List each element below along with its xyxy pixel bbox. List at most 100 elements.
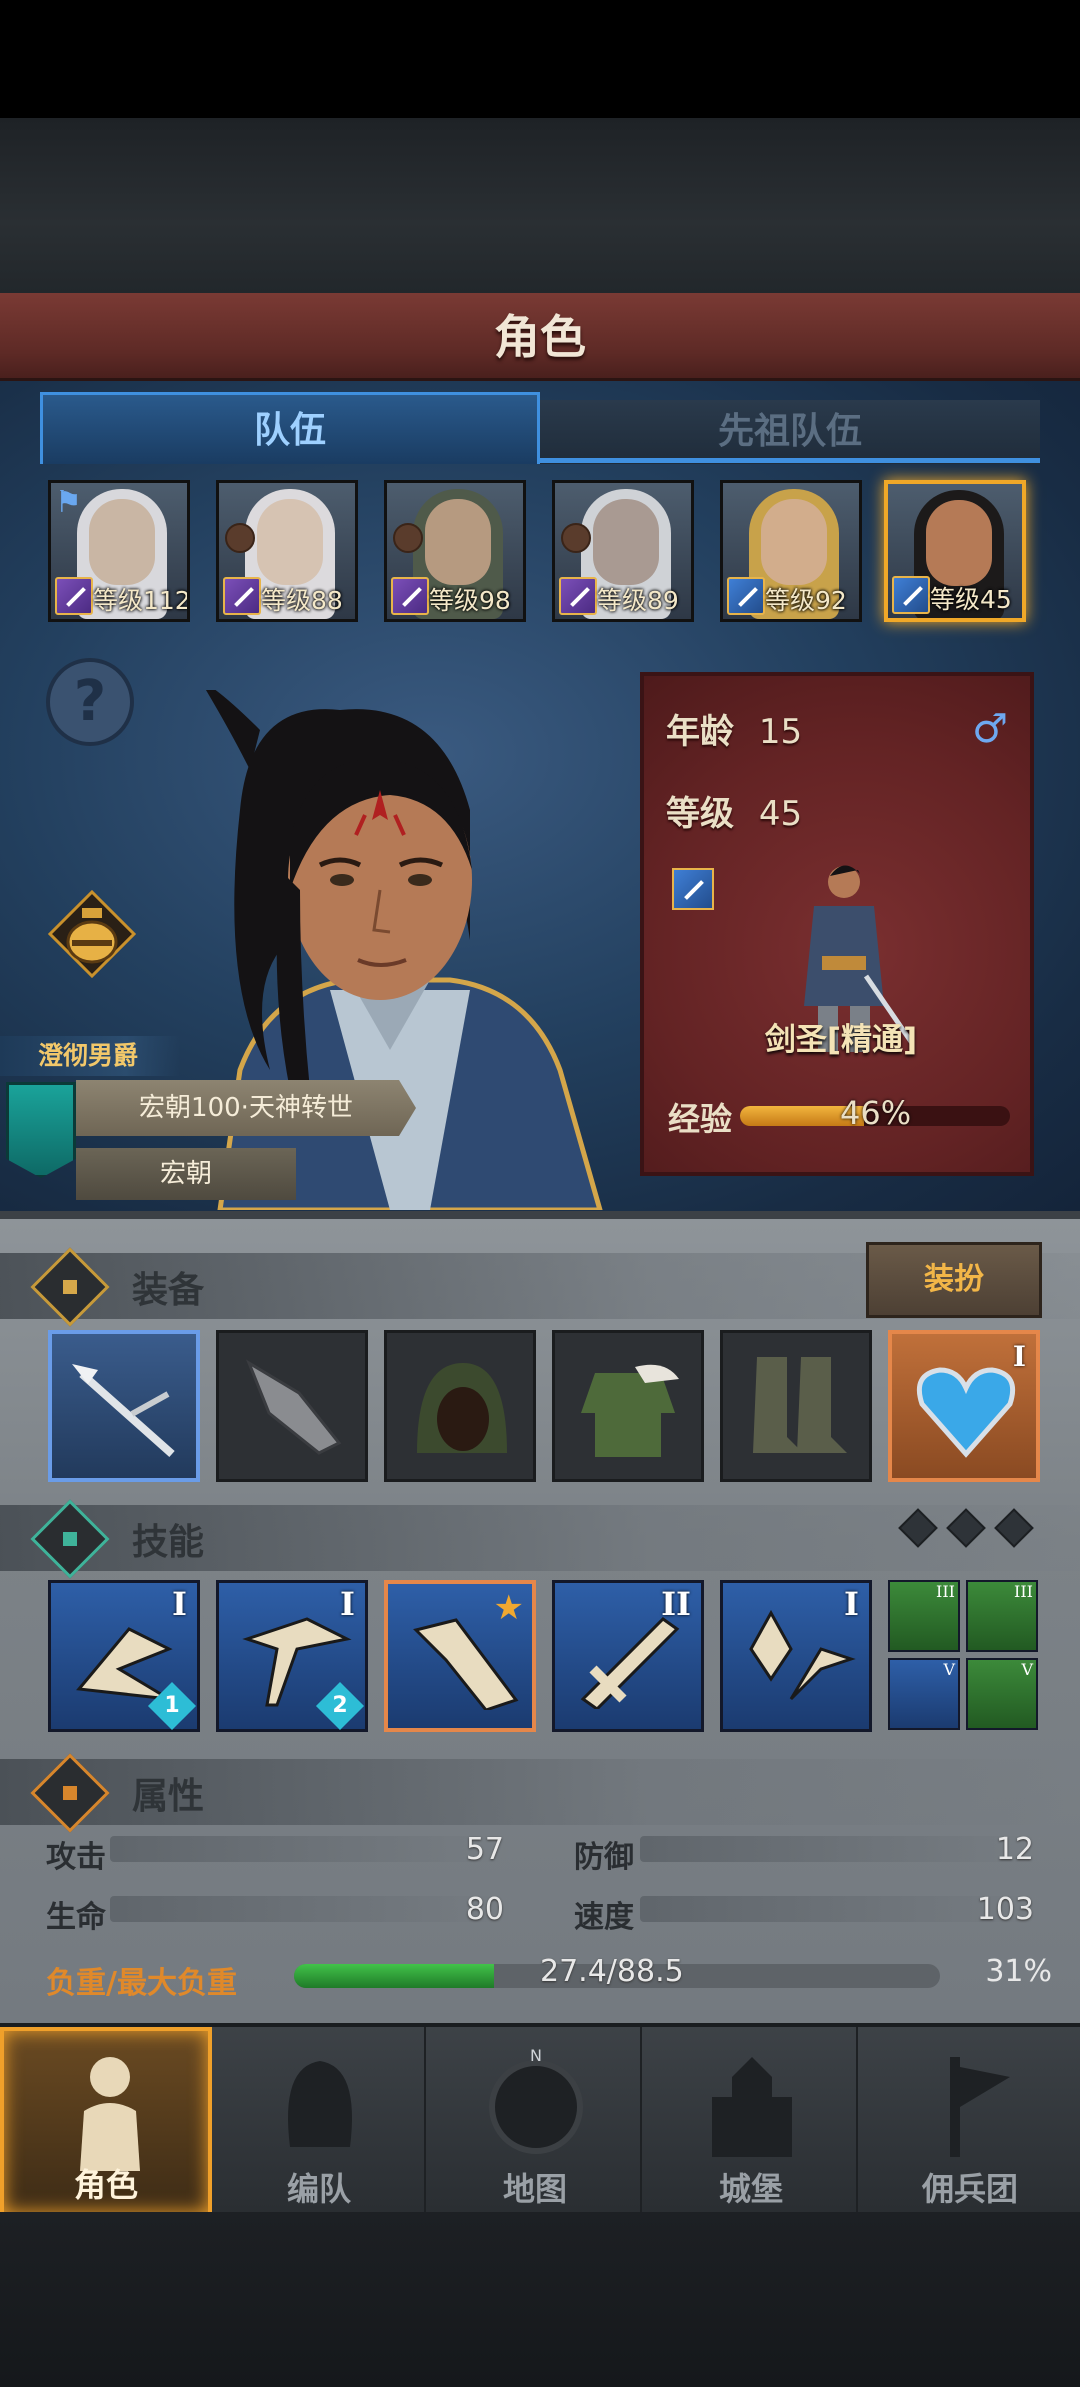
nav-castle[interactable]: 城堡 [646,2027,858,2216]
skill-tier: I [172,1585,187,1623]
age-row: 年龄 15 [666,704,802,753]
attributes-title: 属性 [132,1776,205,1817]
spear-icon [72,1364,175,1457]
nav-map[interactable]: N 地图 [430,2027,642,2216]
armor-icon [581,1364,679,1457]
portrait-face [257,499,323,585]
party-member-level: 等级92 [765,586,847,615]
nav-map-label: 地图 [502,2170,567,2208]
party-member-level: 等级89 [597,586,679,615]
dress-up-button[interactable]: 装扮 [866,1242,1042,1318]
question-icon: ? [73,669,107,734]
party-member-5[interactable]: 等级92 [720,480,862,622]
person-icon [30,1753,110,1833]
tab-ancestor-party[interactable]: 先祖队伍 [540,400,1040,464]
portrait-face [593,499,659,585]
tab-party-label: 队伍 [253,410,326,451]
skill-count: 1 [164,1693,180,1718]
skill-tier: I [844,1585,859,1623]
help-button[interactable]: ? [46,658,134,746]
armor-slot[interactable] [552,1330,704,1482]
hood-icon [417,1363,507,1453]
page-title: 角色 [494,310,586,364]
tab-ancestor-party-label: 先祖队伍 [717,411,862,452]
sword-class-icon [892,576,930,614]
magic-class-icon [223,577,261,615]
skill-3[interactable]: ★ [384,1580,536,1732]
party-member-level: 等级98 [429,586,511,615]
level-value: 45 [758,794,803,834]
mercenary-banner-icon [950,2057,1010,2157]
party-member-6[interactable]: 等级45 [884,480,1026,622]
skill-count: 2 [332,1693,348,1718]
heart-amulet-icon [916,1367,1016,1458]
skill-4[interactable]: II [552,1580,704,1732]
party-member-4[interactable]: 等级89 [552,480,694,622]
passive-skill-2[interactable]: III [966,1580,1038,1652]
level-row: 等级 45 [666,786,802,835]
weapon-slot[interactable] [48,1330,200,1482]
skill-5[interactable]: I [720,1580,872,1732]
party-member-level: 等级112 [93,586,190,615]
boots-slot[interactable] [720,1330,872,1482]
star-burst-icon [30,1499,110,1579]
gauntlet-slot[interactable] [216,1330,368,1482]
passive-skill-4[interactable]: V [966,1658,1038,1730]
portrait-face [761,499,827,585]
skills-title: 技能 [132,1522,205,1563]
speed-label: 速度 [574,1900,634,1935]
nav-character[interactable]: 角色 [0,2027,212,2216]
system-nav-area [0,2212,1080,2387]
attack-label: 攻击 [46,1840,106,1875]
crystal-skill-icon [749,1609,856,1701]
hp-label: 生命 [46,1900,106,1935]
nav-character-label: 角色 [73,2166,138,2204]
sword-class-icon [672,868,714,910]
boots-icon [753,1357,847,1453]
amulet-slot[interactable]: I [888,1330,1040,1482]
hood-slot[interactable] [384,1330,536,1482]
gauntlet-icon [245,1359,342,1455]
load-value: 27.4/88.5 [540,1954,684,1989]
skill-count-badge: 2 [315,1681,365,1731]
defense-value: 12 [995,1832,1034,1867]
guild-short-banner: 宏朝 [76,1148,296,1200]
hero-title-tag: 澄彻男爵 [0,1036,180,1076]
passive-skill-1[interactable]: III [888,1580,960,1652]
party-member-1[interactable]: ⚑ 等级112 [48,480,190,622]
passive-tier: III [936,1582,955,1601]
skill-count-badge: 1 [147,1681,197,1731]
party-member-2[interactable]: 等级88 [216,480,358,622]
hero-class-name: 剑圣[精通] [764,1022,918,1058]
level-label: 等级 [666,794,734,834]
sword-class-icon [727,577,765,615]
nav-mercenary[interactable]: 佣兵团 [864,2027,1076,2216]
skill-1[interactable]: I 1 [48,1580,200,1732]
leader-flag-icon: ⚑ [55,485,82,520]
bottom-navigation: 角色 编队 N 地图 城堡 佣兵团 [0,2023,1080,2216]
party-member-3[interactable]: 等级98 [384,480,526,622]
star-icon: ★ [493,1588,524,1628]
nav-mercenary-label: 佣兵团 [921,2170,1018,2208]
magic-class-icon [559,577,597,615]
guild-short-name: 宏朝 [159,1159,212,1189]
nav-castle-label: 城堡 [718,2170,783,2208]
companion-icon [393,523,423,553]
amulet-tier: I [1012,1340,1026,1373]
load-percent: 31% [985,1954,1052,1989]
potion-button[interactable] [48,890,136,978]
tab-party[interactable]: 队伍 [40,392,540,464]
age-label: 年龄 [666,712,734,752]
attributes-header: 属性 [0,1753,1080,1833]
svg-text:N: N [530,2047,542,2065]
male-icon: ♂ [972,706,1008,752]
dress-up-label: 装扮 [924,1262,984,1297]
guild-name-banner[interactable]: 宏朝100·天神转世 [76,1080,416,1136]
guild-ship-icon[interactable] [6,1082,76,1178]
helmet-icon [288,2061,352,2147]
passive-skill-3[interactable]: V [888,1658,960,1730]
passive-tier: V [1021,1660,1033,1679]
portrait-face [926,500,992,586]
skill-2[interactable]: I 2 [216,1580,368,1732]
nav-formation[interactable]: 编队 [214,2027,426,2216]
